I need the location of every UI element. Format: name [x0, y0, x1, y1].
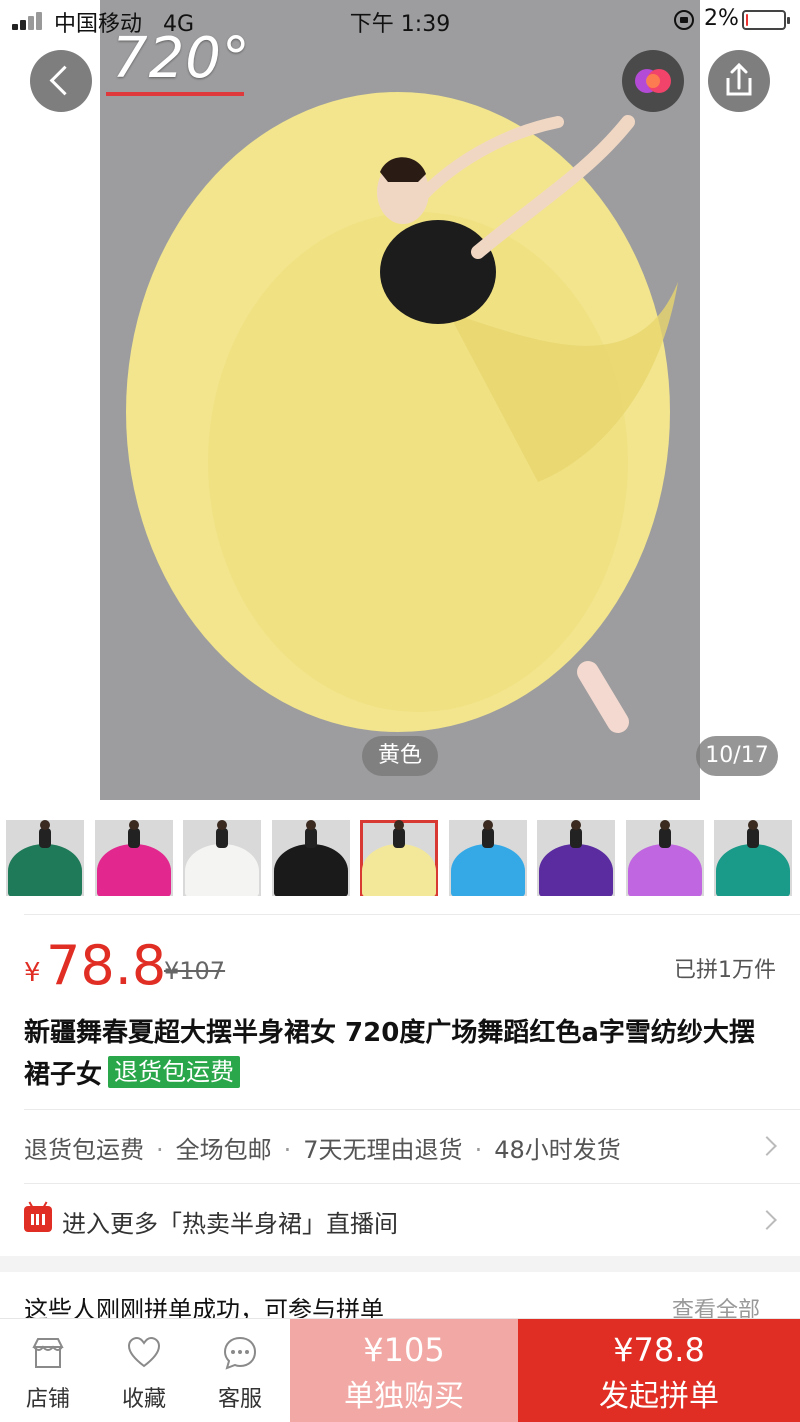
product-gallery[interactable]: 720° 黄色 10/17: [0, 0, 800, 800]
thumbnail-dancer: [304, 828, 317, 848]
thumbnail-skirt: [716, 844, 790, 896]
thumbnail-yellow[interactable]: [360, 820, 438, 896]
buy-alone-label: 单独购买: [344, 1379, 464, 1414]
service-guarantees-row[interactable]: 退货包运费 · 全场包邮 · 7天无理由退货 · 48小时发货: [0, 1110, 800, 1182]
service-item: 7天无理由退货: [303, 1136, 463, 1164]
group-buy-price: ¥78.8: [613, 1331, 705, 1369]
favorite-tab[interactable]: 收藏: [96, 1319, 192, 1422]
thumbnail-dancer: [216, 828, 228, 848]
product-photo[interactable]: [100, 0, 700, 800]
thumbnail-dancer: [570, 828, 582, 848]
battery-level: [746, 14, 748, 26]
thumbnail-light-purple[interactable]: [625, 820, 704, 896]
thumbnail-skirt: [185, 844, 259, 896]
status-bar: 中国移动 4G 下午 1:39 2%: [0, 0, 800, 40]
heart-icon: [127, 1336, 161, 1368]
chevron-right-icon: [757, 1136, 777, 1156]
service-separator: ·: [474, 1136, 483, 1164]
thumbnail-skirt: [273, 844, 348, 896]
thumbnail-dancer-head: [305, 820, 316, 830]
thumbnail-dancer: [127, 828, 140, 848]
service-guarantees: 退货包运费 · 全场包邮 · 7天无理由退货 · 48小时发货: [24, 1130, 621, 1165]
thumbnail-dancer: [481, 828, 494, 848]
thumbnail-dancer-head: [482, 820, 493, 830]
service-item: 退货包运费: [24, 1136, 144, 1164]
battery-icon: [742, 10, 790, 30]
thumbnail-skirt: [539, 844, 613, 896]
yellow-skirt-dancer-image: [126, 92, 678, 733]
thumbnail-skirt: [96, 844, 171, 896]
thumbnail-dancer-head: [659, 820, 670, 830]
buy-alone-button[interactable]: ¥105 单独购买: [290, 1319, 518, 1422]
customer-service-label: 客服: [217, 1387, 262, 1412]
group-buy-label: 发起拼单: [599, 1379, 719, 1414]
product-title: 新疆舞春夏超大摆半身裙女 720度广场舞蹈红色a字雪纺纱大摆裙子女 退货包运费: [24, 1012, 776, 1096]
image-counter: 10/17: [696, 736, 778, 776]
thumbnail-dancer: [39, 828, 51, 848]
thumbnail-dancer-head: [217, 820, 227, 830]
share-button[interactable]: [708, 50, 770, 112]
buy-alone-price: ¥105: [363, 1331, 445, 1369]
service-item: 48小时发货: [494, 1136, 621, 1164]
live-tv-icon: [24, 1206, 52, 1232]
thumbnail-pink[interactable]: [94, 820, 173, 896]
service-separator: ·: [156, 1136, 164, 1164]
ai-assistant-icon: [635, 69, 671, 93]
service-separator: ·: [283, 1136, 292, 1164]
thumbnail-dancer: [747, 828, 759, 848]
bottom-action-bar: 店铺 收藏 客服 ¥105 单独购买 ¥78.8 发起拼单: [0, 1318, 800, 1422]
return-shipping-badge: 退货包运费: [108, 1056, 241, 1088]
chat-icon: [223, 1336, 257, 1370]
store-tab[interactable]: 店铺: [0, 1319, 96, 1422]
favorite-label: 收藏: [121, 1387, 166, 1412]
thumbnail-dancer: [393, 828, 405, 848]
thumbnail-black[interactable]: [271, 820, 350, 896]
divider: [24, 914, 800, 915]
service-item: 全场包邮: [175, 1136, 272, 1164]
thumbnail-white[interactable]: [183, 820, 261, 896]
store-icon: [32, 1338, 64, 1368]
thumbnail-dancer: [658, 828, 671, 848]
color-label: 黄色: [362, 736, 438, 776]
group-price: 78.8: [46, 934, 167, 997]
start-group-buy-button[interactable]: ¥78.8 发起拼单: [518, 1319, 800, 1422]
720-degree-underline: [106, 92, 244, 96]
color-thumbnail-strip: [0, 800, 800, 910]
product-detail-page: 720° 黄色 10/17 中国移动 4G 下午 1:39 2% ¥ 78.8 …: [0, 0, 800, 1422]
customer-service-tab[interactable]: 客服: [192, 1319, 288, 1422]
section-separator: [0, 1256, 800, 1272]
thumbnail-skirt: [8, 844, 82, 896]
thumbnail-sky-blue[interactable]: [448, 820, 527, 896]
thumbnail-dancer-head: [128, 820, 139, 830]
thumbnail-skirt: [362, 844, 436, 896]
thumbnail-teal[interactable]: [714, 820, 792, 896]
share-icon: [726, 62, 752, 96]
sold-count: 已拼1万件: [674, 958, 776, 983]
live-room-link[interactable]: 进入更多「热卖半身裙」直播间: [0, 1184, 800, 1256]
thumbnail-dancer-head: [394, 820, 404, 830]
thumbnail-dancer-head: [571, 820, 581, 830]
thumbnail-purple[interactable]: [537, 820, 615, 896]
live-room-text: 进入更多「热卖半身裙」直播间: [62, 1210, 398, 1238]
original-price: ¥107: [164, 957, 226, 985]
ai-assistant-button[interactable]: [622, 50, 684, 112]
back-button[interactable]: [30, 50, 92, 112]
price-currency: ¥: [24, 958, 41, 988]
rotation-lock-icon: [674, 10, 694, 30]
battery-percent: 2%: [704, 6, 739, 31]
store-label: 店铺: [25, 1387, 70, 1412]
chevron-right-icon: [757, 1210, 777, 1230]
thumbnail-green[interactable]: [6, 820, 84, 896]
thumbnail-skirt: [450, 844, 525, 896]
thumbnail-dancer-head: [748, 820, 758, 830]
thumbnail-dancer-head: [40, 820, 50, 830]
thumbnail-skirt: [627, 844, 702, 896]
